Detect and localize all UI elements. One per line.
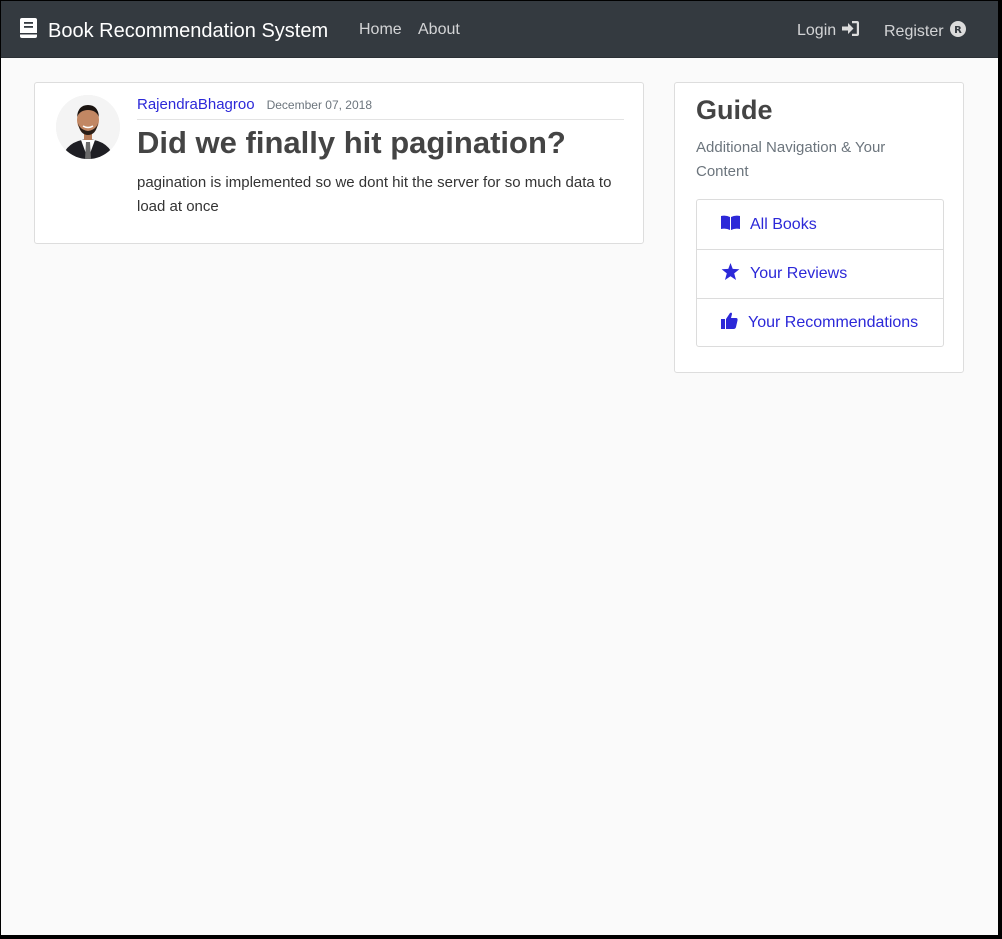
guide-item-label: Your Reviews [750, 265, 848, 282]
star-icon [721, 263, 750, 285]
author-avatar [56, 95, 120, 159]
nav-about-link[interactable]: About [418, 21, 460, 39]
nav-register-link[interactable]: Register R [884, 21, 966, 42]
brand-link[interactable]: Book Recommendation System [20, 18, 328, 44]
post-content: pagination is implemented so we dont hit… [137, 174, 612, 215]
registered-icon: R [944, 21, 966, 42]
guide-sidebar: Guide Additional Navigation & Your Conte… [674, 82, 964, 373]
browser-viewport: Book Recommendation System Home About Lo… [1, 1, 998, 935]
brand-title: Book Recommendation System [48, 19, 329, 42]
nav-home-link[interactable]: Home [359, 21, 402, 39]
post-card: RajendraBhagroo December 07, 2018 Did we… [34, 82, 644, 244]
post-title[interactable]: Did we finally hit pagination? [137, 125, 566, 161]
sign-in-icon [836, 21, 860, 41]
open-book-icon [721, 215, 750, 235]
register-label: Register [884, 22, 944, 40]
sidebar-subtitle: Additional Navigation & Your Content [696, 139, 886, 180]
login-label: Login [797, 22, 837, 39]
guide-item-your-reviews[interactable]: Your Reviews [697, 249, 943, 298]
book-icon [20, 18, 48, 44]
guide-item-label: Your Recommendations [748, 314, 919, 331]
guide-list: All Books Your Reviews Your Recommendati… [696, 199, 944, 347]
guide-item-your-recommendations[interactable]: Your Recommendations [697, 298, 943, 347]
thumbs-up-icon [721, 312, 748, 334]
svg-text:R: R [954, 25, 962, 36]
sidebar-title: Guide [696, 95, 773, 125]
nav-login-link[interactable]: Login [797, 21, 860, 41]
guide-item-label: All Books [750, 215, 817, 233]
guide-item-all-books[interactable]: All Books [697, 200, 943, 249]
post-date: December 07, 2018 [266, 98, 372, 112]
post-meta: RajendraBhagroo December 07, 2018 [137, 96, 624, 120]
top-navbar: Book Recommendation System Home About Lo… [1, 1, 998, 58]
post-author-link[interactable]: RajendraBhagroo [137, 96, 255, 113]
